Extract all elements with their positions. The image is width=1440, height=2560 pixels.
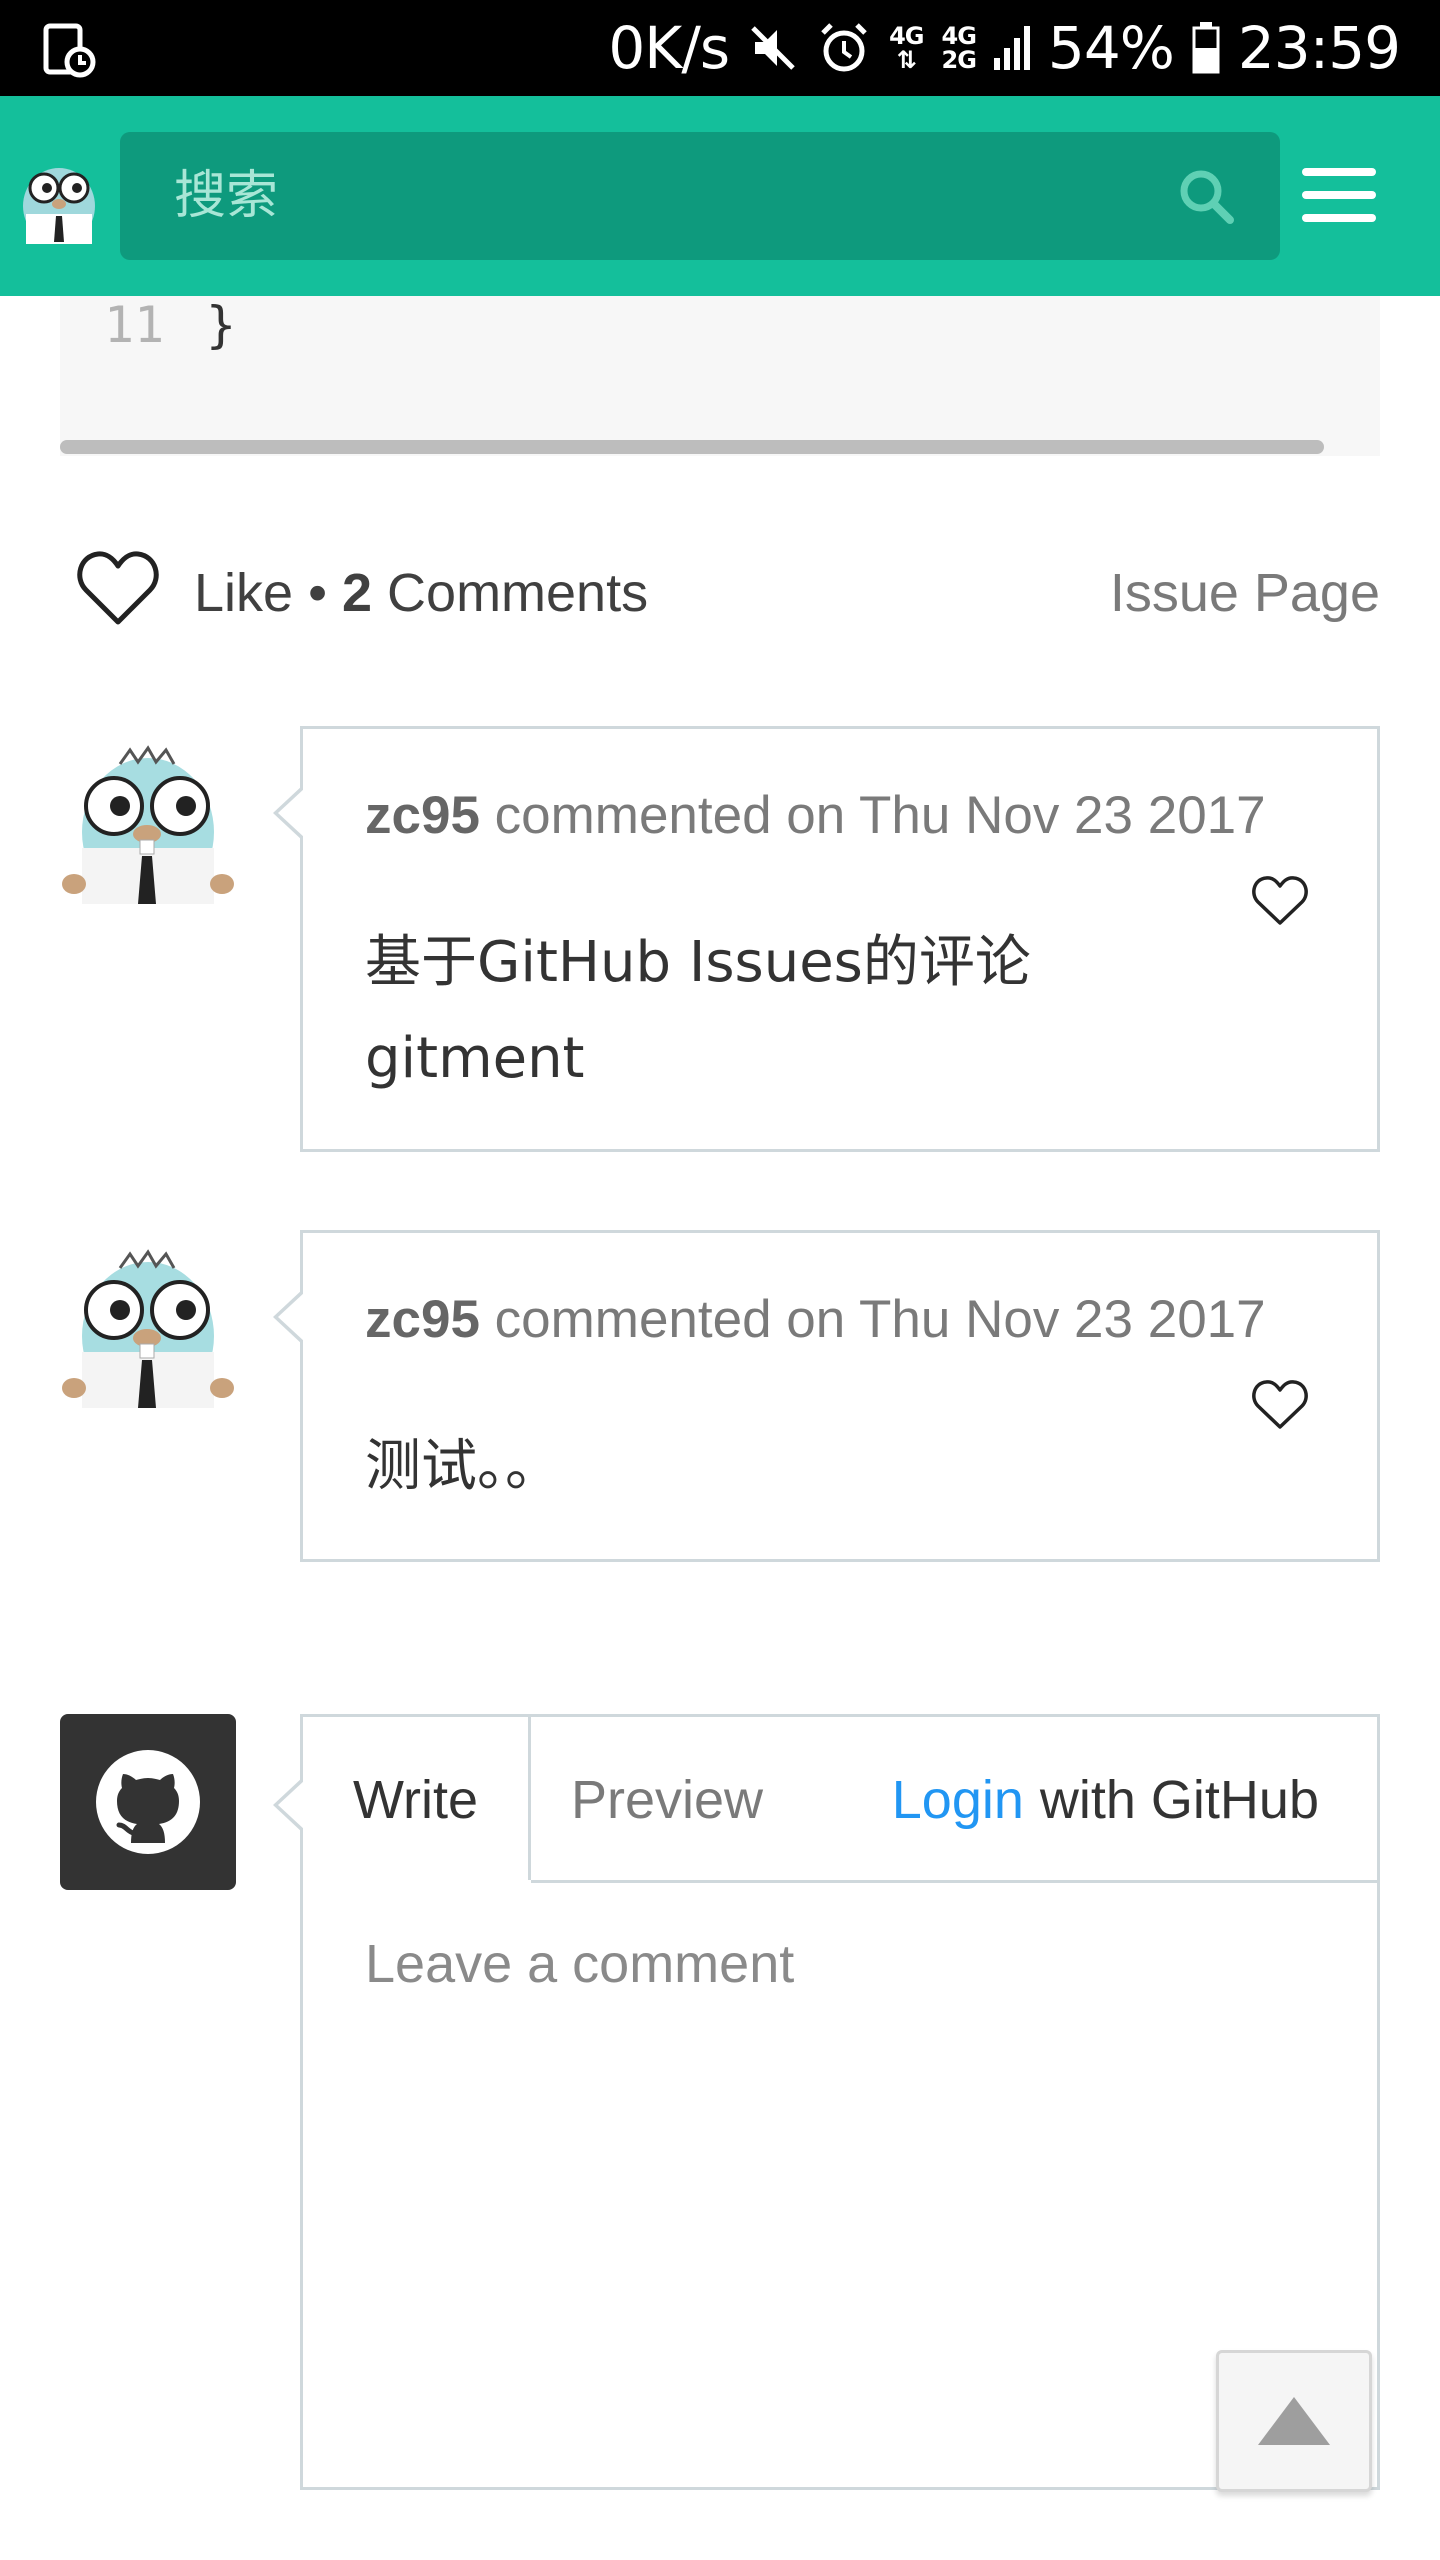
tab-preview[interactable]: Preview (571, 1717, 763, 1883)
network-speed: 0K/s (608, 14, 730, 82)
mute-icon (747, 22, 799, 74)
alarm-icon (817, 21, 871, 75)
comment-editor: Write Preview Login with GitHub (60, 1714, 1380, 2490)
status-bar: 0K/s 4G ⇅ 4G 2G 54% 23:59 (0, 0, 1440, 96)
comment-header: zc95 commented on Thu Nov 23 2017 (365, 1289, 1266, 1350)
site-logo[interactable] (16, 154, 102, 244)
code-block: 11 } (60, 296, 1380, 456)
back-to-top-button[interactable] (1216, 2350, 1372, 2492)
comment-card: zc95 commented on Thu Nov 23 2017 基于GitH… (273, 726, 1380, 1152)
comment-item: zc95 commented on Thu Nov 23 2017 测试。。 (60, 1230, 1380, 1562)
comment-date: commented on Thu Nov 23 2017 (479, 1290, 1266, 1349)
network-type-secondary: 4G 2G (941, 22, 977, 74)
signal-icon (993, 24, 1030, 72)
screenshot-notification-icon (40, 22, 96, 78)
tab-write[interactable]: Write (303, 1717, 531, 1883)
search-icon[interactable] (1176, 166, 1236, 226)
hamburger-menu-icon[interactable] (1302, 168, 1376, 224)
code-line-number: 11 (104, 296, 165, 354)
comment-author[interactable]: zc95 (365, 786, 480, 845)
site-header (0, 96, 1440, 296)
like-comment-summary: Like • 2 Comments (194, 563, 649, 623)
comment-textarea[interactable] (365, 1933, 1325, 2433)
comment-date: commented on Thu Nov 23 2017 (479, 786, 1266, 845)
comment-body: 基于GitHub Issues的评论 gitment (365, 930, 1031, 1091)
like-label[interactable]: Like (194, 563, 293, 623)
github-avatar (60, 1714, 236, 1890)
comment-item: zc95 commented on Thu Nov 23 2017 基于GitH… (60, 726, 1380, 1152)
github-logo-icon (96, 1750, 200, 1854)
login-suffix: with GitHub (1039, 1770, 1319, 1830)
code-horizontal-scrollbar[interactable] (60, 440, 1324, 454)
battery-percent: 54% (1047, 14, 1175, 82)
clock: 23:59 (1237, 14, 1401, 82)
comment-header: zc95 commented on Thu Nov 23 2017 (365, 785, 1266, 846)
login-prompt: Login with GitHub (892, 1717, 1319, 1883)
code-line-text: } (206, 296, 237, 354)
login-link[interactable]: Login (892, 1769, 1024, 1831)
battery-icon (1192, 22, 1220, 74)
issue-page-link[interactable]: Issue Page (1110, 562, 1380, 624)
comment-author[interactable]: zc95 (365, 1290, 480, 1349)
avatar[interactable] (60, 744, 236, 906)
comment-body: 测试。。 (365, 1434, 561, 1499)
comment-card: zc95 commented on Thu Nov 23 2017 测试。。 (273, 1230, 1380, 1562)
network-type: 4G ⇅ (889, 22, 924, 74)
editor-tabs: Write Preview Login with GitHub (303, 1717, 1377, 1886)
avatar[interactable] (60, 1248, 236, 1410)
comments-meta: Like • 2 Comments Issue Page (76, 548, 1380, 628)
search-box (120, 132, 1280, 260)
arrow-up-icon (1258, 2397, 1330, 2445)
like-heart-icon[interactable] (76, 548, 160, 628)
search-input[interactable] (174, 132, 1154, 260)
comment-count: 2 (341, 563, 373, 623)
